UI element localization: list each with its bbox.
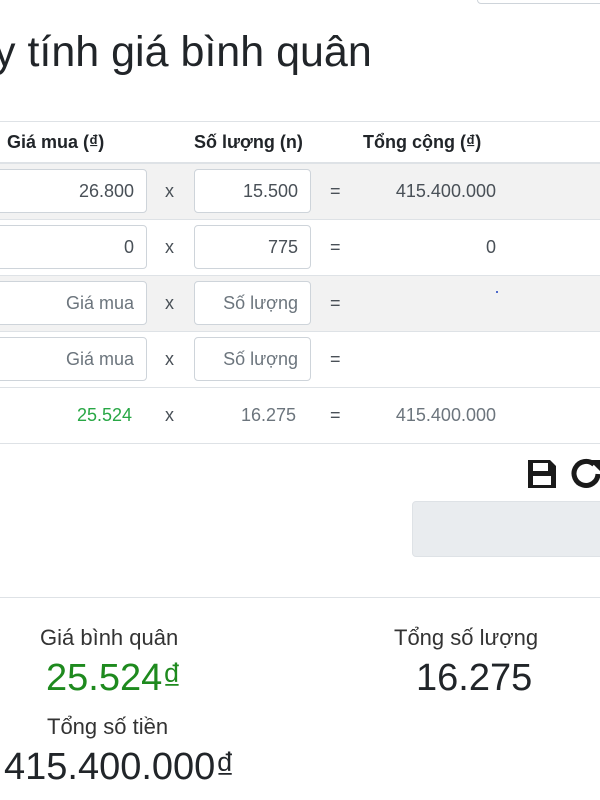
- table-header: Giá mua (₫) Số lượng (n) Tổng cộng (₫): [0, 122, 600, 164]
- total-money-label: Tổng số tiền: [47, 714, 169, 739]
- column-header-quantity: Số lượng (n): [194, 132, 303, 152]
- equals-sign: =: [330, 405, 341, 425]
- equals-sign: =: [330, 293, 341, 313]
- total-quantity-value: 16.275: [416, 657, 533, 699]
- multiply-sign: x: [165, 405, 174, 425]
- page-title: y tính giá bình quân: [0, 28, 372, 76]
- table-row: x =: [0, 276, 600, 332]
- multiply-sign: x: [165, 181, 174, 201]
- refresh-icon[interactable]: [570, 458, 600, 490]
- row-total: 0: [485, 237, 496, 257]
- table-row: x = 415.400.000: [0, 164, 600, 220]
- multiply-sign: x: [165, 237, 174, 257]
- divider: [0, 597, 600, 598]
- column-header-total: Tổng cộng (₫): [363, 132, 482, 152]
- quantity-input[interactable]: [194, 337, 311, 381]
- price-input[interactable]: [0, 225, 147, 269]
- avg-price-value: 25.524₫: [46, 657, 182, 699]
- calculator-table: Giá mua (₫) Số lượng (n) Tổng cộng (₫) x…: [0, 121, 600, 444]
- cursor-dot: [496, 291, 498, 293]
- summary-avg-price: 25.524: [76, 405, 132, 425]
- price-input[interactable]: [0, 281, 147, 325]
- quantity-input[interactable]: [194, 169, 311, 213]
- multiply-sign: x: [165, 349, 174, 369]
- equals-sign: =: [330, 237, 341, 257]
- summary-total: 415.400.000: [395, 405, 496, 425]
- price-input[interactable]: [0, 337, 147, 381]
- equals-sign: =: [330, 349, 341, 369]
- summary-row: 25.524 x 16.275 = 415.400.000: [0, 388, 600, 444]
- table-row: x = 0: [0, 220, 600, 276]
- total-money-value: 415.400.000₫: [4, 746, 235, 788]
- top-button[interactable]: [477, 0, 600, 4]
- floppy-disk-icon[interactable]: [526, 458, 558, 490]
- quantity-input[interactable]: [194, 225, 311, 269]
- avg-price-label: Giá bình quân: [40, 625, 179, 650]
- price-input[interactable]: [0, 169, 147, 213]
- table-row: x =: [0, 332, 600, 388]
- equals-sign: =: [330, 181, 341, 201]
- summary-quantity: 16.275: [240, 405, 296, 425]
- total-quantity-label: Tổng số lượng: [394, 625, 539, 650]
- page: y tính giá bình quân Giá mua (₫) Số lượn…: [0, 0, 600, 800]
- row-total: 415.400.000: [395, 181, 496, 201]
- result-box: [412, 501, 600, 557]
- multiply-sign: x: [165, 293, 174, 313]
- quantity-input[interactable]: [194, 281, 311, 325]
- column-header-price: Giá mua (₫): [7, 132, 105, 152]
